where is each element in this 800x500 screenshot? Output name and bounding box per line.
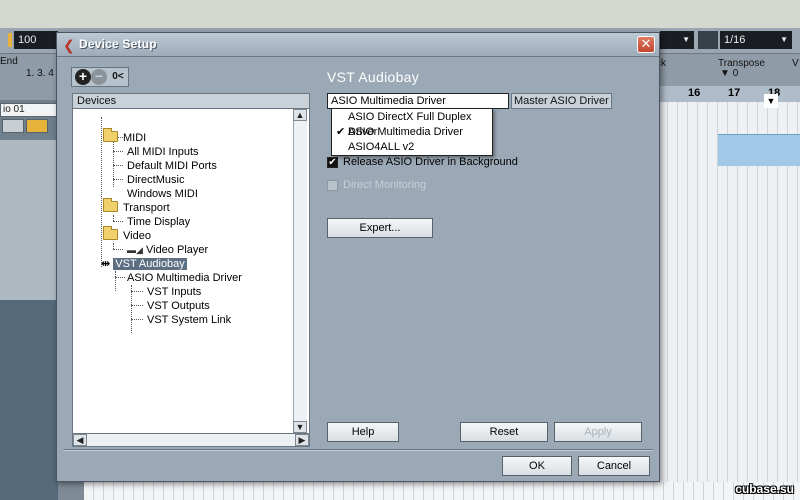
reset-icon: 0< xyxy=(112,71,124,82)
device-setup-dialog: ❮ Device Setup ✕ + − 0< Devices MIDI All… xyxy=(56,32,778,482)
apply-button[interactable]: Apply xyxy=(554,422,642,442)
tree-item-transport[interactable]: Transport xyxy=(123,201,170,215)
tree-horizontal-scrollbar[interactable]: ◀ ▶ xyxy=(72,433,310,447)
device-toolbar: + − 0< xyxy=(71,67,129,87)
plus-icon: + xyxy=(78,68,88,84)
video-icon: ▬◢ xyxy=(127,245,143,255)
expert-button[interactable]: Expert... xyxy=(327,218,433,238)
tree-item-directmusic[interactable]: DirectMusic xyxy=(127,173,184,187)
scroll-down-icon[interactable]: ▼ xyxy=(293,421,307,433)
tree-item-vst-inputs[interactable]: VST Inputs xyxy=(147,285,201,299)
dropdown-option[interactable]: ASIO DirectX Full Duplex Driver xyxy=(332,110,492,138)
tree-item-midi[interactable]: MIDI xyxy=(123,131,146,145)
quantize-select[interactable]: 1/16 ▼ xyxy=(720,31,792,49)
release-driver-label: Release ASIO Driver in Background xyxy=(343,156,518,168)
tree-line xyxy=(113,165,123,166)
devices-column-header: Devices xyxy=(72,93,310,109)
bar-number: 16 xyxy=(688,87,701,99)
minus-icon: − xyxy=(94,68,104,84)
master-asio-driver-label: Master ASIO Driver xyxy=(511,93,612,109)
release-driver-checkbox[interactable]: ✔ xyxy=(327,157,338,168)
track-monitor-button[interactable] xyxy=(2,119,24,133)
folder-icon xyxy=(103,226,118,240)
tree-line xyxy=(115,277,125,278)
help-button[interactable]: Help xyxy=(327,422,399,442)
ruler-end-label: End xyxy=(0,56,18,67)
tree-line xyxy=(131,285,132,333)
tree-item-video[interactable]: Video xyxy=(123,229,151,243)
ok-button[interactable]: OK xyxy=(502,456,572,476)
tree-vertical-scrollbar[interactable]: ▲ ▼ xyxy=(293,109,307,435)
scroll-left-icon[interactable]: ◀ xyxy=(73,434,87,446)
tree-item-all-midi-inputs[interactable]: All MIDI Inputs xyxy=(127,145,199,159)
folder-icon xyxy=(103,128,118,142)
tree-item-vst-audiobay[interactable]: ⇹ VST Audiobay xyxy=(101,257,187,271)
asio-driver-select[interactable]: ASIO Multimedia Driver ▼ xyxy=(327,93,778,109)
folder-icon xyxy=(103,198,118,212)
bottom-ruler xyxy=(84,482,800,500)
tree-item-default-midi-ports[interactable]: Default MIDI Ports xyxy=(127,159,217,173)
ruler-end-value[interactable]: 1. 3. 4 xyxy=(26,68,54,79)
direct-monitoring-label: Direct Monitoring xyxy=(343,179,427,191)
tree-line xyxy=(131,291,143,292)
chevron-down-icon: ▼ xyxy=(780,35,788,44)
tree-item-time-display[interactable]: Time Display xyxy=(127,215,190,229)
bar-ruler[interactable]: 16 17 18 xyxy=(658,86,800,102)
add-device-button[interactable]: + xyxy=(75,69,91,85)
track-folder-button[interactable] xyxy=(26,119,48,133)
checkmark-icon: ✔ xyxy=(336,126,346,138)
audiobay-icon: ⇹ xyxy=(101,258,111,270)
tree-line xyxy=(113,179,123,180)
chevron-down-icon[interactable]: ▼ xyxy=(764,94,778,108)
track-lane xyxy=(0,140,58,300)
chevron-down-icon: ▼ xyxy=(682,35,690,44)
tree-line xyxy=(131,305,143,306)
toolbar-marker xyxy=(8,33,12,47)
tree-line xyxy=(101,117,102,267)
scroll-up-icon[interactable]: ▲ xyxy=(293,109,307,121)
track-name[interactable]: io 01 xyxy=(0,103,58,117)
bar-number: 17 xyxy=(728,87,741,99)
close-icon: ✕ xyxy=(640,36,652,51)
tree-line xyxy=(113,151,123,152)
tree-line xyxy=(113,221,123,222)
cubase-logo-icon: ❮ xyxy=(63,37,75,53)
reset-button[interactable]: Reset xyxy=(460,422,548,442)
tree-line xyxy=(115,271,116,291)
dialog-title: Device Setup xyxy=(79,37,157,51)
snap-icon[interactable] xyxy=(698,31,718,49)
dropdown-option[interactable]: ✔ ASIO Multimedia Driver xyxy=(332,125,492,140)
reset-device-button[interactable]: 0< xyxy=(108,69,128,85)
toolbar-dropdown[interactable]: ▼ xyxy=(660,31,694,49)
close-button[interactable]: ✕ xyxy=(637,36,655,53)
remove-device-button[interactable]: − xyxy=(91,69,107,85)
watermark: cubase.su xyxy=(735,482,794,496)
track-list-lower xyxy=(0,300,58,500)
tree-item-windows-midi[interactable]: Windows MIDI xyxy=(127,187,198,201)
transpose-value[interactable]: ▼ 0 xyxy=(720,68,738,79)
tree-item-vst-outputs[interactable]: VST Outputs xyxy=(147,299,210,313)
panel-title: VST Audiobay xyxy=(327,69,420,85)
dropdown-option[interactable]: ASIO4ALL v2 xyxy=(332,140,492,155)
tree-item-vst-system-link[interactable]: VST System Link xyxy=(147,313,231,327)
tree-item-asio-multimedia-driver[interactable]: ASIO Multimedia Driver xyxy=(127,271,242,285)
cancel-button[interactable]: Cancel xyxy=(578,456,650,476)
ruler-extra-label: V xyxy=(792,58,799,69)
tree-line xyxy=(131,319,143,320)
dialog-titlebar[interactable]: ❮ Device Setup ✕ xyxy=(57,33,659,57)
app-title-strip xyxy=(0,0,800,28)
tree-item-video-player[interactable]: ▬◢ Video Player xyxy=(127,243,208,257)
latency-field[interactable]: 100 ms xyxy=(14,31,58,64)
track-buttons xyxy=(2,119,56,135)
direct-monitoring-checkbox[interactable] xyxy=(327,180,338,191)
tree-line xyxy=(113,249,123,250)
asio-driver-dropdown[interactable]: ASIO DirectX Full Duplex Driver ✔ ASIO M… xyxy=(331,108,493,156)
scroll-right-icon[interactable]: ▶ xyxy=(295,434,309,446)
audio-part[interactable] xyxy=(718,134,800,166)
device-tree[interactable]: MIDI All MIDI Inputs Default MIDI Ports … xyxy=(72,109,310,435)
dialog-divider xyxy=(63,449,653,451)
